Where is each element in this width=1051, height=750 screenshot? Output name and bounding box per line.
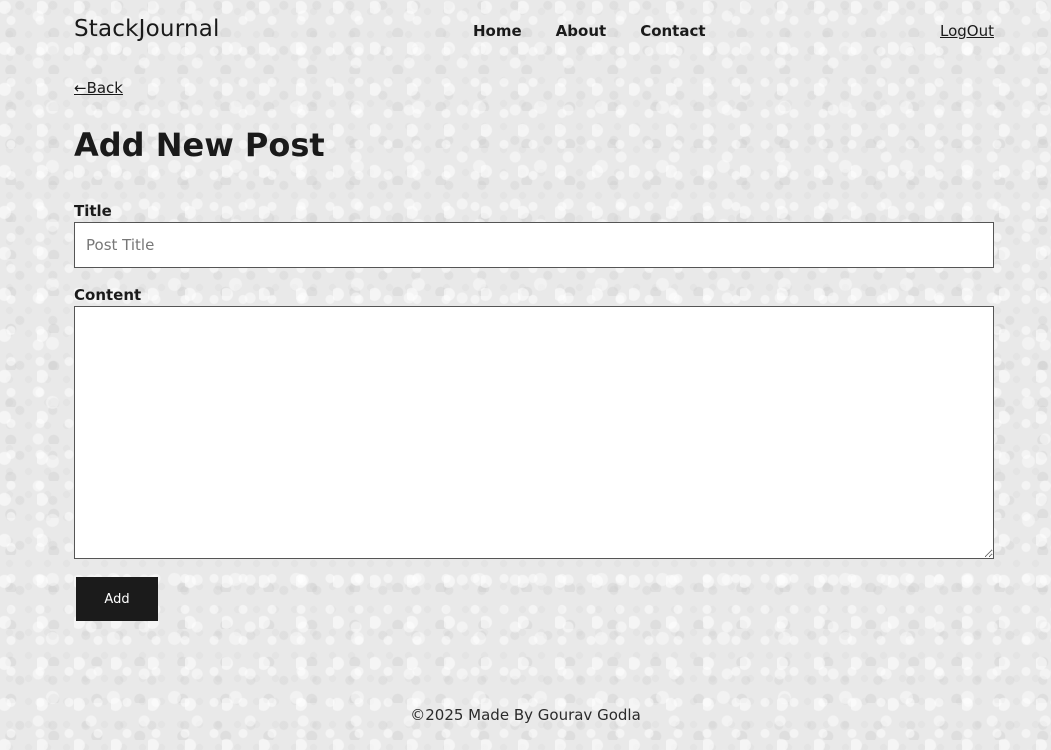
nav-contact-link[interactable]: Contact <box>640 22 705 40</box>
add-button[interactable]: Add <box>76 577 158 621</box>
nav-about-link[interactable]: About <box>556 22 607 40</box>
content-label: Content <box>74 286 142 304</box>
main-nav: Home About Contact <box>473 22 706 40</box>
footer-copyright: ©2025 Made By Gourav Godla <box>410 706 641 724</box>
brand-logo[interactable]: StackJournal <box>74 16 220 42</box>
site-header: StackJournal Home About Contact LogOut <box>74 0 994 62</box>
back-link[interactable]: ←Back <box>74 79 123 97</box>
title-label: Title <box>74 202 112 220</box>
logout-link[interactable]: LogOut <box>940 22 994 40</box>
nav-home-link[interactable]: Home <box>473 22 522 40</box>
page-title: Add New Post <box>74 126 325 164</box>
title-input[interactable] <box>74 222 994 268</box>
content-textarea[interactable] <box>74 306 994 559</box>
